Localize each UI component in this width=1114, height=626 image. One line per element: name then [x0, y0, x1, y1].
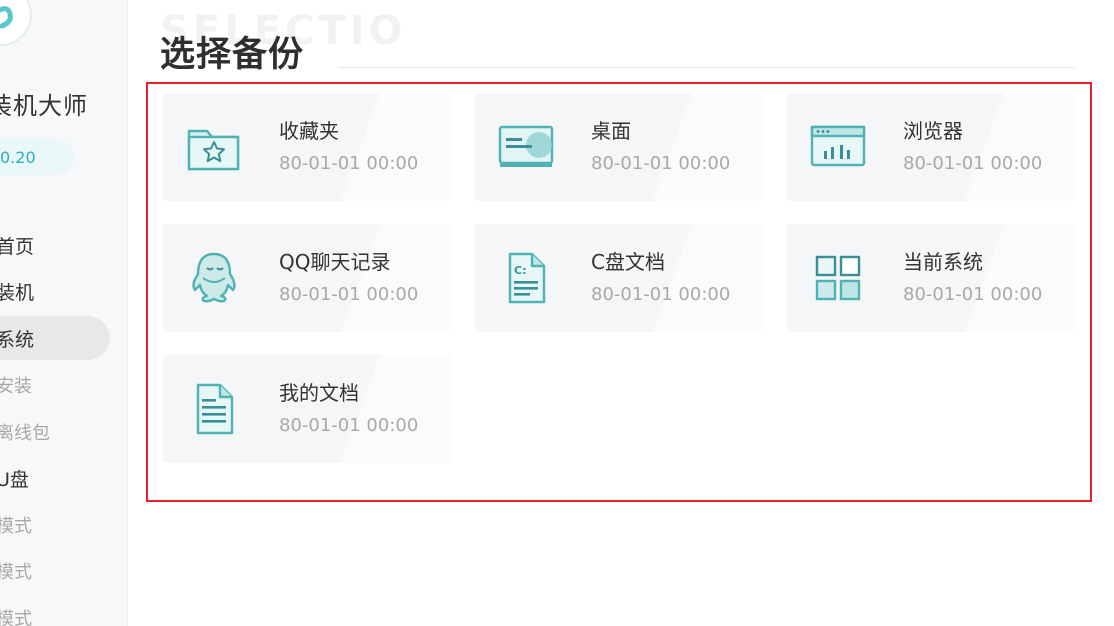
- sidebar-item-label: 安装: [0, 376, 32, 398]
- sidebar-item-usb[interactable]: U盘: [0, 455, 127, 502]
- sidebar-item-install[interactable]: 装机: [0, 269, 127, 316]
- sidebar-item-mode-3[interactable]: 模式: [0, 595, 127, 626]
- sidebar-item-home[interactable]: 首页: [0, 222, 127, 269]
- sidebar-item-mode-2[interactable]: 模式: [0, 548, 127, 595]
- backup-item-time: 80-01-01 00:00: [591, 153, 731, 174]
- backup-card-current-system[interactable]: 当前系统 80-01-01 00:00: [787, 224, 1075, 332]
- backup-item-name: 我的文档: [279, 381, 359, 405]
- desktop-icon: [497, 119, 555, 175]
- backup-item-time: 80-01-01 00:00: [279, 153, 419, 174]
- svg-text:C:: C:: [514, 264, 526, 277]
- qq-penguin-icon: [185, 250, 243, 306]
- sidebar-item-label: 模式: [0, 515, 32, 537]
- backup-item-name: 当前系统: [903, 250, 983, 274]
- backup-item-time: 80-01-01 00:00: [591, 284, 731, 305]
- title-divider: [338, 67, 1075, 68]
- backup-item-time: 80-01-01 00:00: [903, 284, 1043, 305]
- c-drive-document-icon: C:: [497, 250, 555, 306]
- backup-card-desktop[interactable]: 桌面 80-01-01 00:00: [475, 93, 763, 201]
- current-system-icon: [809, 250, 867, 306]
- sidebar-item-offline-package[interactable]: 离线包: [0, 408, 127, 455]
- sidebar-item-label: 装机: [0, 282, 35, 305]
- sidebar-nav: 首页 装机 系统 安装 离线包 U盘 模式 模式 模式: [0, 222, 127, 626]
- backup-item-time: 80-01-01 00:00: [903, 153, 1043, 174]
- sidebar-item-label: U盘: [0, 468, 29, 491]
- browser-icon: [809, 119, 867, 175]
- sidebar: 装机大师 0.20 首页 装机 系统 安装 离线包 U盘 模式 模式 模式: [0, 0, 128, 626]
- logo-icon: [0, 6, 13, 29]
- sidebar-item-label: 模式: [0, 609, 32, 626]
- backup-card-my-documents[interactable]: 我的文档 80-01-01 00:00: [163, 355, 451, 463]
- favorites-folder-icon: [185, 119, 243, 175]
- sidebar-item-label: 离线包: [0, 422, 50, 444]
- my-documents-icon: [185, 381, 243, 437]
- backup-card-c-drive-docs[interactable]: C: C盘文档 80-01-01 00:00: [475, 224, 763, 332]
- sidebar-item-label: 模式: [0, 562, 32, 584]
- backup-item-name: QQ聊天记录: [279, 250, 391, 274]
- backup-item-name: 收藏夹: [279, 119, 339, 143]
- sidebar-item-label: 首页: [0, 235, 35, 258]
- sidebar-item-system[interactable]: 系统: [0, 315, 127, 362]
- backup-item-name: C盘文档: [591, 250, 665, 274]
- app-name: 装机大师: [0, 92, 88, 120]
- version-badge: 0.20: [0, 139, 74, 175]
- app-logo: [0, 0, 32, 46]
- backup-item-name: 桌面: [591, 119, 631, 143]
- backup-item-name: 浏览器: [903, 119, 963, 143]
- backup-item-time: 80-01-01 00:00: [279, 284, 419, 305]
- backup-item-time: 80-01-01 00:00: [279, 415, 419, 436]
- sidebar-item-label: 系统: [0, 328, 35, 351]
- page-title: 选择备份: [160, 35, 305, 75]
- sidebar-item-mode-1[interactable]: 模式: [0, 502, 127, 549]
- backup-card-qq-chat[interactable]: QQ聊天记录 80-01-01 00:00: [163, 224, 451, 332]
- backup-card-favorites[interactable]: 收藏夹 80-01-01 00:00: [163, 93, 451, 201]
- backup-card-browser[interactable]: 浏览器 80-01-01 00:00: [787, 93, 1075, 201]
- sidebar-item-setup[interactable]: 安装: [0, 362, 127, 409]
